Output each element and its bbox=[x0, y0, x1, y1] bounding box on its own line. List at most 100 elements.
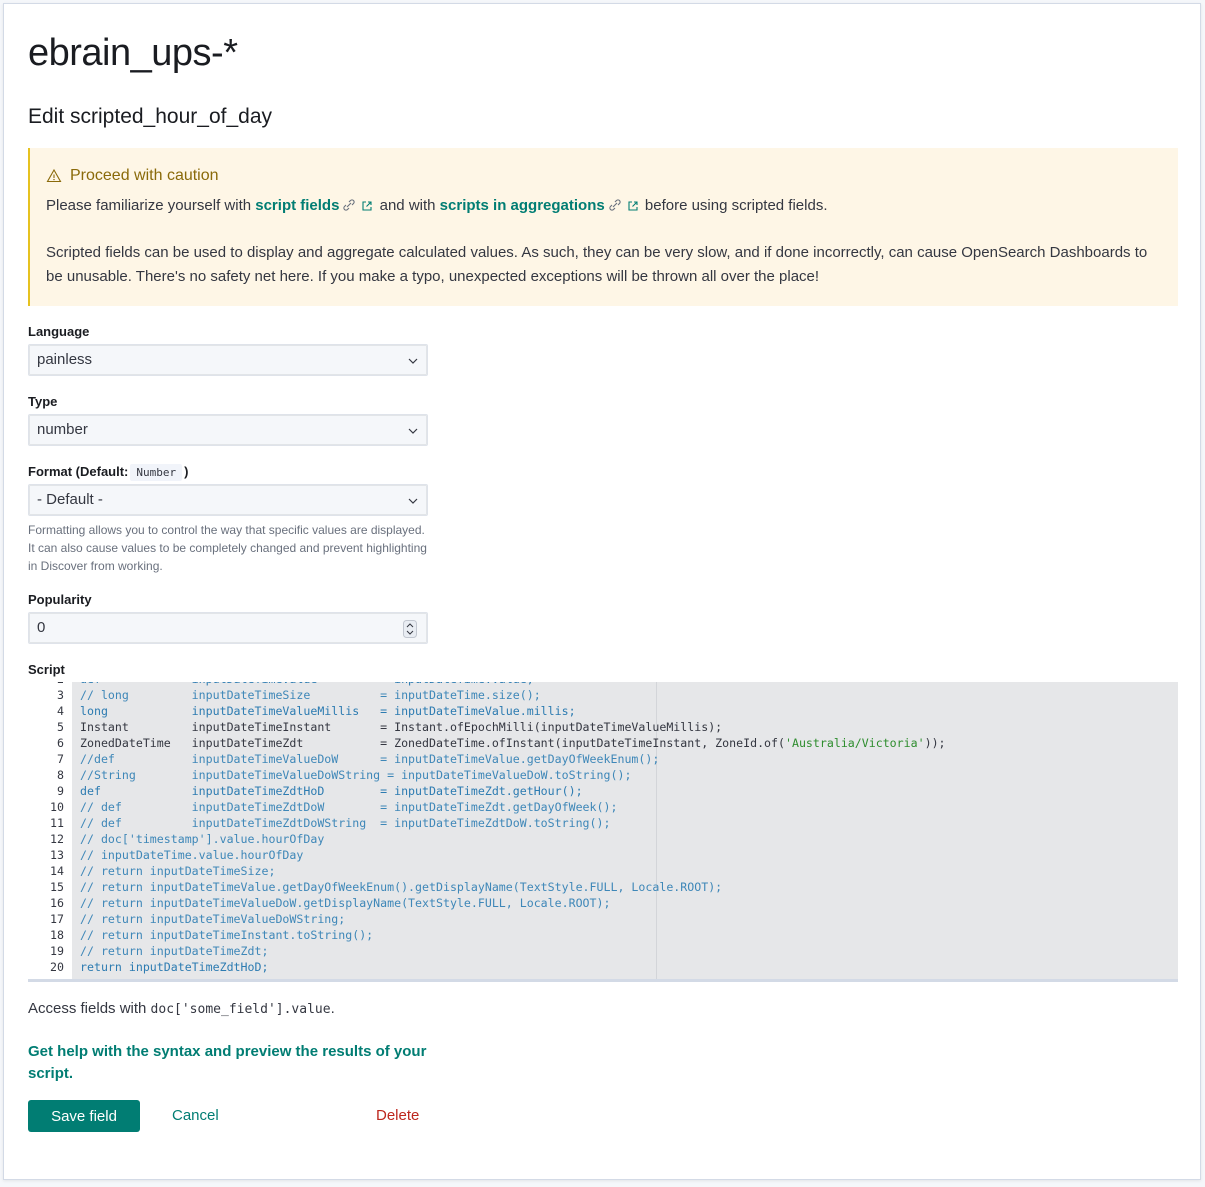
code-text: def inputDateTimeZdtHoD = inputDateTimeZ… bbox=[80, 783, 583, 799]
line-number: 3 bbox=[57, 688, 64, 702]
code-text: // return inputDateTimeSize; bbox=[80, 863, 275, 879]
chevron-down-icon bbox=[408, 498, 418, 504]
code-text: // inputDateTime.value.hourOfDay bbox=[80, 847, 303, 863]
language-value: painless bbox=[37, 351, 93, 368]
type-select[interactable]: number bbox=[28, 414, 428, 446]
callout-paragraph-1: Please familiarize yourself with script … bbox=[46, 194, 1178, 218]
code-token: )); bbox=[924, 736, 946, 750]
code-token: // return inputDateTimeValueDoW.getDispl… bbox=[80, 896, 611, 910]
caution-callout: Proceed with caution Please familiarize … bbox=[28, 148, 1178, 306]
line-number: 9 bbox=[57, 784, 64, 798]
line-number: 5 bbox=[57, 720, 64, 734]
code-text: ZonedDateTime inputDateTimeZdt = ZonedDa… bbox=[80, 735, 946, 751]
code-token: // return inputDateTimeValue.getDayOfWee… bbox=[80, 880, 723, 894]
code-text: // return inputDateTimeValue.getDayOfWee… bbox=[80, 879, 722, 895]
code-text: return inputDateTimeZdtHoD; bbox=[80, 959, 268, 975]
code-text: Instant inputDateTimeInstant = Instant.o… bbox=[80, 719, 722, 735]
code-token: ZonedDateTime inputDateTimeZdt = ZonedDa… bbox=[80, 736, 785, 750]
code-text: // def inputDateTimeZdtDoW = inputDateTi… bbox=[80, 799, 617, 815]
language-label: Language bbox=[28, 324, 90, 339]
code-token: return inputDateTimeZdtHoD; bbox=[80, 960, 269, 974]
code-text: //String inputDateTimeValueDoWString = i… bbox=[80, 767, 631, 783]
code-text: // return inputDateTimeValueDoWString; bbox=[80, 911, 345, 927]
code-token: // def inputDateTimeZdtDoW = inputDateTi… bbox=[80, 800, 618, 814]
format-value: - Default - bbox=[37, 491, 103, 508]
type-label: Type bbox=[28, 394, 58, 409]
code-token: //String inputDateTimeValueDoWString = i… bbox=[80, 768, 632, 782]
line-number: 8 bbox=[57, 768, 64, 782]
scripts-in-aggregations-link[interactable]: scripts in aggregations bbox=[440, 197, 605, 214]
format-select[interactable]: - Default - bbox=[28, 484, 428, 516]
code-token: // return inputDateTimeInstant.toString(… bbox=[80, 928, 374, 942]
code-text: // return inputDateTimeZdt; bbox=[80, 943, 268, 959]
code-token: // return inputDateTimeSize; bbox=[80, 864, 276, 878]
code-string: 'Australia/Victoria' bbox=[784, 736, 925, 750]
line-number: 13 bbox=[50, 848, 64, 862]
code-text: // def inputDateTimeZdtDoWString = input… bbox=[80, 815, 610, 831]
line-number: 19 bbox=[50, 944, 64, 958]
code-token: def inputDateTimeValue = inputDateTime.v… bbox=[80, 682, 534, 686]
code-token: // return inputDateTimeValueDoWString; bbox=[80, 912, 346, 926]
page-subtitle: Edit scripted_hour_of_day bbox=[28, 105, 272, 128]
line-number: 17 bbox=[50, 912, 64, 926]
type-value: number bbox=[37, 421, 88, 438]
code-token: // doc['timestamp'].value.hourOfDay bbox=[80, 832, 325, 846]
cancel-button[interactable]: Cancel bbox=[172, 1107, 219, 1124]
code-text: // return inputDateTimeInstant.toString(… bbox=[80, 927, 373, 943]
format-default-badge: Number bbox=[130, 464, 183, 481]
format-help-text: Formatting allows you to control the way… bbox=[28, 523, 427, 573]
callout-text: and with bbox=[379, 197, 436, 214]
code-text: // return inputDateTimeValueDoW.getDispl… bbox=[80, 895, 610, 911]
callout-text: before using scripted fields. bbox=[644, 197, 828, 214]
format-label-text: Format (Default: bbox=[28, 464, 129, 479]
line-number: 7 bbox=[57, 752, 64, 766]
access-hint-suffix: . bbox=[330, 1000, 335, 1017]
number-stepper-icon[interactable] bbox=[403, 620, 417, 638]
warning-icon bbox=[46, 168, 62, 183]
code-token: def inputDateTimeZdtHoD = inputDateTimeZ… bbox=[80, 784, 583, 798]
delete-button[interactable]: Delete bbox=[376, 1107, 419, 1124]
format-label: Format (Default: Number) bbox=[28, 464, 189, 481]
code-text: long inputDateTimeValueMillis = inputDat… bbox=[80, 703, 576, 719]
code-token: long inputDateTimeValueMillis = inputDat… bbox=[80, 704, 576, 718]
script-editor[interactable]: 2def inputDateTimeValue = inputDateTime.… bbox=[28, 682, 1178, 982]
code-token: // return inputDateTimeZdt; bbox=[80, 944, 269, 958]
page-title: ebrain_ups-* bbox=[28, 32, 238, 74]
line-number: 14 bbox=[50, 864, 64, 878]
access-hint-text: Access fields with bbox=[28, 1000, 147, 1017]
chevron-down-icon bbox=[408, 358, 418, 364]
syntax-help-link[interactable]: Get help with the syntax and preview the… bbox=[28, 1041, 428, 1085]
script-fields-link[interactable]: script fields bbox=[255, 197, 339, 214]
popularity-label: Popularity bbox=[28, 592, 92, 607]
line-number: 20 bbox=[50, 960, 64, 974]
line-number: 18 bbox=[50, 928, 64, 942]
code-text: // doc['timestamp'].value.hourOfDay bbox=[80, 831, 324, 847]
format-label-suffix: ) bbox=[184, 464, 189, 479]
line-number: 15 bbox=[50, 880, 64, 894]
language-select[interactable]: painless bbox=[28, 344, 428, 376]
access-fields-hint: Access fields with doc['some_field'].val… bbox=[28, 1000, 335, 1017]
code-text: // long inputDateTimeSize = inputDateTim… bbox=[80, 687, 541, 703]
code-token: // inputDateTime.value.hourOfDay bbox=[80, 848, 304, 862]
access-hint-code: doc['some_field'].value bbox=[150, 1002, 331, 1017]
callout-title-text: Proceed with caution bbox=[70, 167, 219, 184]
script-label: Script bbox=[28, 662, 65, 677]
popularity-input[interactable]: 0 bbox=[28, 612, 428, 644]
link-icon bbox=[609, 199, 621, 211]
callout-title: Proceed with caution bbox=[46, 164, 1178, 188]
save-field-button[interactable]: Save field bbox=[28, 1100, 140, 1132]
external-link-icon bbox=[362, 201, 373, 211]
code-token: // def inputDateTimeZdtDoWString = input… bbox=[80, 816, 611, 830]
line-number: 16 bbox=[50, 896, 64, 910]
callout-paragraph-2: Scripted fields can be used to display a… bbox=[46, 244, 1148, 285]
code-token: // long inputDateTimeSize = inputDateTim… bbox=[80, 688, 541, 702]
external-link-icon bbox=[628, 201, 638, 211]
link-icon bbox=[343, 199, 356, 211]
line-number: 6 bbox=[57, 736, 64, 750]
line-number: 4 bbox=[57, 704, 64, 718]
code-token: Instant inputDateTimeInstant = Instant.o… bbox=[80, 720, 723, 734]
edit-field-panel: ebrain_ups-* Edit scripted_hour_of_day P… bbox=[3, 3, 1201, 1180]
line-number: 10 bbox=[50, 800, 64, 814]
line-number: 12 bbox=[50, 832, 64, 846]
callout-text: Please familiarize yourself with bbox=[46, 197, 252, 214]
